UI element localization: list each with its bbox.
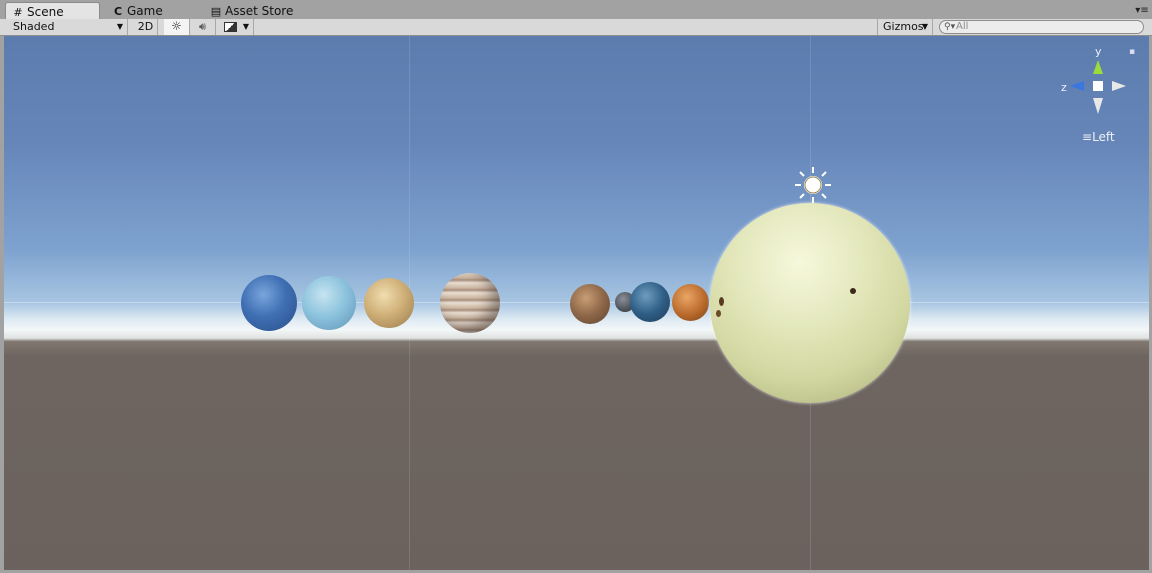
y-axis-cone — [1093, 60, 1103, 74]
planet-mars[interactable] — [570, 284, 610, 324]
z-axis-cone — [1070, 81, 1084, 91]
shading-mode-dropdown[interactable]: Shaded ▼ — [5, 19, 128, 35]
shading-mode-label: Shaded — [13, 20, 55, 33]
tab-game-label: Game — [127, 4, 163, 18]
chevron-down-icon: ▼ — [921, 22, 928, 31]
planet-neptune[interactable] — [241, 275, 297, 331]
effects-dropdown[interactable]: ▼ — [216, 19, 254, 35]
chevron-down-icon: ▼ — [116, 22, 123, 31]
view-mode-label[interactable]: ≡Left — [1082, 130, 1115, 144]
tab-asset-store-label: Asset Store — [225, 4, 294, 18]
search-placeholder: All — [956, 21, 969, 32]
neg-y-axis-cone — [1093, 98, 1103, 114]
tab-asset-store[interactable]: ▤ Asset Store — [210, 2, 320, 19]
panel-menu-icon[interactable]: ▾≡ — [1134, 5, 1150, 17]
speaker-icon: 🔊︎ — [199, 20, 206, 33]
sunspot — [719, 297, 724, 306]
directional-light-icon[interactable] — [793, 165, 833, 205]
planet-uranus[interactable] — [302, 276, 356, 330]
planet-earth[interactable] — [630, 282, 670, 322]
y-axis-label: y — [1095, 45, 1102, 58]
search-icon: ⚲▾ — [944, 22, 956, 32]
planet-saturn[interactable] — [364, 278, 414, 328]
mode-2d-toggle[interactable]: 2D — [134, 19, 158, 35]
x-axis-cone — [1112, 81, 1126, 91]
planet-jupiter[interactable] — [440, 273, 500, 333]
view-label-text: Left — [1092, 130, 1115, 144]
gizmos-label: Gizmos — [883, 20, 924, 33]
search-input[interactable]: ⚲▾ All — [939, 20, 1144, 34]
tab-scene-label: Scene — [27, 5, 64, 19]
tab-game[interactable]: C Game — [112, 2, 202, 19]
mode-2d-label: 2D — [137, 20, 154, 33]
scene-viewport[interactable]: y z ▪ ≡Left — [4, 36, 1149, 570]
lock-icon[interactable]: ▪ — [1129, 47, 1135, 57]
gizmos-dropdown[interactable]: Gizmos ▼ — [877, 19, 933, 35]
sun-sphere[interactable] — [710, 203, 910, 403]
grid-icon: # — [13, 6, 23, 19]
lighting-toggle[interactable]: ☼ — [164, 19, 190, 35]
hamburger-icon: ≡ — [1082, 130, 1093, 144]
image-icon — [224, 22, 237, 32]
sunspot — [850, 288, 856, 294]
scene-toolbar: Shaded ▼ 2D ☼ 🔊︎ ▼ Gizmos ▼ ⚲▾ All — [0, 19, 1152, 36]
pacman-icon: C — [113, 5, 123, 18]
sunspot — [716, 310, 721, 317]
tab-scene[interactable]: # Scene — [5, 2, 100, 19]
sun-icon: ☼ — [171, 19, 182, 33]
store-icon: ▤ — [210, 5, 222, 18]
z-axis-label: z — [1061, 81, 1067, 94]
audio-toggle[interactable]: 🔊︎ — [190, 19, 216, 35]
planet-venus[interactable] — [672, 284, 709, 321]
chevron-down-icon: ▼ — [242, 22, 249, 31]
center-cube — [1093, 81, 1103, 91]
tab-bar: # Scene C Game ▤ Asset Store ▾≡ — [0, 0, 1152, 19]
